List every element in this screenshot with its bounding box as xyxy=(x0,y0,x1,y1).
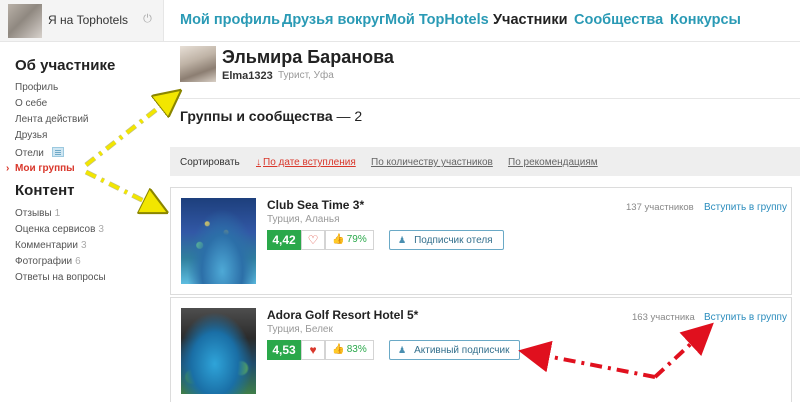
rating-badge: 4,42 xyxy=(267,230,301,250)
sidebar-item-label: Фотографии xyxy=(15,256,73,267)
user-icon: ♟ xyxy=(398,235,407,245)
join-group-link[interactable]: Вступить в группу xyxy=(704,202,787,213)
sidebar-item-label: Отзывы xyxy=(15,208,52,219)
sidebar-item-answers[interactable]: Ответы на вопросы xyxy=(15,272,106,283)
sort-label: Сортировать xyxy=(180,157,240,168)
sidebar-item-label: О себе xyxy=(15,98,48,109)
sidebar-item-profile[interactable]: Профиль xyxy=(15,82,58,93)
page: Я на Tophotels ⏻ Мой профиль Друзья вокр… xyxy=(0,0,800,402)
nav-my-profile[interactable]: Мой профиль xyxy=(180,12,280,28)
sidebar-item-hotels[interactable]: Отели xyxy=(15,147,64,159)
sidebar-item-label: Профиль xyxy=(15,82,59,93)
subscription-button[interactable]: ♟ Подписчик отеля xyxy=(389,230,504,250)
sidebar-item-my-groups[interactable]: › Мои группы xyxy=(6,163,75,174)
sidebar-item-label: Комментарии xyxy=(15,240,78,251)
sidebar-item-service-ratings[interactable]: Оценка сервисов 3 xyxy=(15,224,104,235)
sidebar-item-count: 1 xyxy=(54,208,61,219)
sidebar-item-about-me[interactable]: О себе xyxy=(15,98,47,109)
sidebar-item-label: Оценка сервисов xyxy=(15,224,96,235)
sidebar-item-comments[interactable]: Комментарии 3 xyxy=(15,240,87,251)
sidebar-item-friends[interactable]: Друзья xyxy=(15,130,47,141)
recommend-badge: 👍 79% xyxy=(325,230,374,250)
members-count: 163 участника xyxy=(632,312,695,323)
group-title[interactable]: Club Sea Time 3* xyxy=(267,198,364,212)
divider xyxy=(170,98,800,99)
nav-my-tophotels[interactable]: Мой TopHotels xyxy=(385,12,489,28)
join-group-link[interactable]: Вступить в группу xyxy=(704,312,787,323)
sidebar: Об участнике Профиль О себе Лента действ… xyxy=(0,42,164,402)
sidebar-item-label: Отели xyxy=(15,148,44,159)
recommend-percent: 83% xyxy=(346,344,367,355)
sidebar-item-count: 3 xyxy=(98,224,104,235)
hotel-photo[interactable] xyxy=(181,198,256,284)
sidebar-item-label: Лента действий xyxy=(15,114,89,125)
groups-title-text: Группы и сообщества xyxy=(180,108,333,124)
sort-bar: Сортировать ↓ По дате вступления По колич… xyxy=(170,147,800,176)
sidebar-item-count: 6 xyxy=(75,256,81,267)
sidebar-item-reviews[interactable]: Отзывы 1 xyxy=(15,208,60,219)
thumbs-up-icon: 👍 xyxy=(332,234,345,245)
current-marker-icon: › xyxy=(6,163,10,174)
hotel-photo[interactable] xyxy=(181,308,256,394)
groups-title-dash: — xyxy=(336,108,351,124)
profile-name: Эльмира Баранова xyxy=(222,47,394,67)
recommend-badge: 👍 83% xyxy=(325,340,374,360)
sidebar-item-label: Мои группы xyxy=(15,163,75,174)
nav-communities[interactable]: Сообщества xyxy=(574,12,663,28)
sidebar-item-count: 3 xyxy=(80,240,87,251)
profile-login[interactable]: Elma1323 xyxy=(222,70,273,82)
groups-count: 2 xyxy=(354,108,363,124)
group-location: Турция, Аланья xyxy=(267,214,340,225)
profile-avatar[interactable] xyxy=(180,46,216,82)
group-card: Adora Golf Resort Hotel 5* Турция, Белек… xyxy=(170,297,792,402)
sort-option-label: По дате вступления xyxy=(263,157,356,168)
sort-by-join-date[interactable]: ↓ По дате вступления xyxy=(256,157,356,168)
sidebar-section-content: Контент xyxy=(15,182,75,199)
profile-meta: Турист, Уфа xyxy=(278,70,334,81)
my-account-label[interactable]: Я на Tophotels xyxy=(48,13,128,27)
nav-contests[interactable]: Конкурсы xyxy=(670,12,741,28)
sidebar-item-photos[interactable]: Фотографии 6 xyxy=(15,256,81,267)
nav-friends-around[interactable]: Друзья вокруг xyxy=(282,12,385,28)
page-title: Группы и сообщества — 2 xyxy=(180,108,362,124)
favorite-button[interactable]: ♡ xyxy=(301,230,325,250)
subscription-label: Активный подписчик xyxy=(414,345,510,356)
nav-members[interactable]: Участники xyxy=(493,12,568,28)
heart-filled-icon: ♥ xyxy=(309,343,317,357)
sort-by-recommendations[interactable]: По рекомендациям xyxy=(508,157,598,168)
power-icon[interactable]: ⏻ xyxy=(141,13,154,26)
subscription-button[interactable]: ♟ Активный подписчик xyxy=(389,340,521,360)
sidebar-item-label: Ответы на вопросы xyxy=(15,272,106,283)
favorite-button[interactable]: ♥ xyxy=(301,340,325,360)
recommend-percent: 79% xyxy=(346,234,367,245)
user-icon: ♟ xyxy=(398,345,407,355)
top-navigation: Мой профиль Друзья вокруг Мой TopHotels … xyxy=(164,0,800,42)
hotel-list-icon[interactable] xyxy=(51,147,64,157)
sidebar-section-about: Об участнике xyxy=(15,57,116,74)
group-card: Club Sea Time 3* Турция, Аланья 4,42 ♡ 👍… xyxy=(170,187,792,295)
sort-by-members-count[interactable]: По количеству участников xyxy=(371,157,493,168)
members-count: 137 участников xyxy=(626,202,694,213)
avatar[interactable] xyxy=(8,4,42,38)
group-location: Турция, Белек xyxy=(267,324,333,335)
sort-arrow-icon: ↓ xyxy=(256,157,261,168)
rating-badge: 4,53 xyxy=(267,340,301,360)
my-account-block[interactable]: Я на Tophotels ⏻ xyxy=(0,0,164,42)
group-title[interactable]: Adora Golf Resort Hotel 5* xyxy=(267,308,418,322)
thumbs-up-icon: 👍 xyxy=(332,344,345,355)
sidebar-item-label: Друзья xyxy=(15,130,48,141)
heart-outline-icon: ♡ xyxy=(307,233,319,247)
subscription-label: Подписчик отеля xyxy=(414,235,493,246)
sidebar-item-activity-feed[interactable]: Лента действий xyxy=(15,114,89,125)
